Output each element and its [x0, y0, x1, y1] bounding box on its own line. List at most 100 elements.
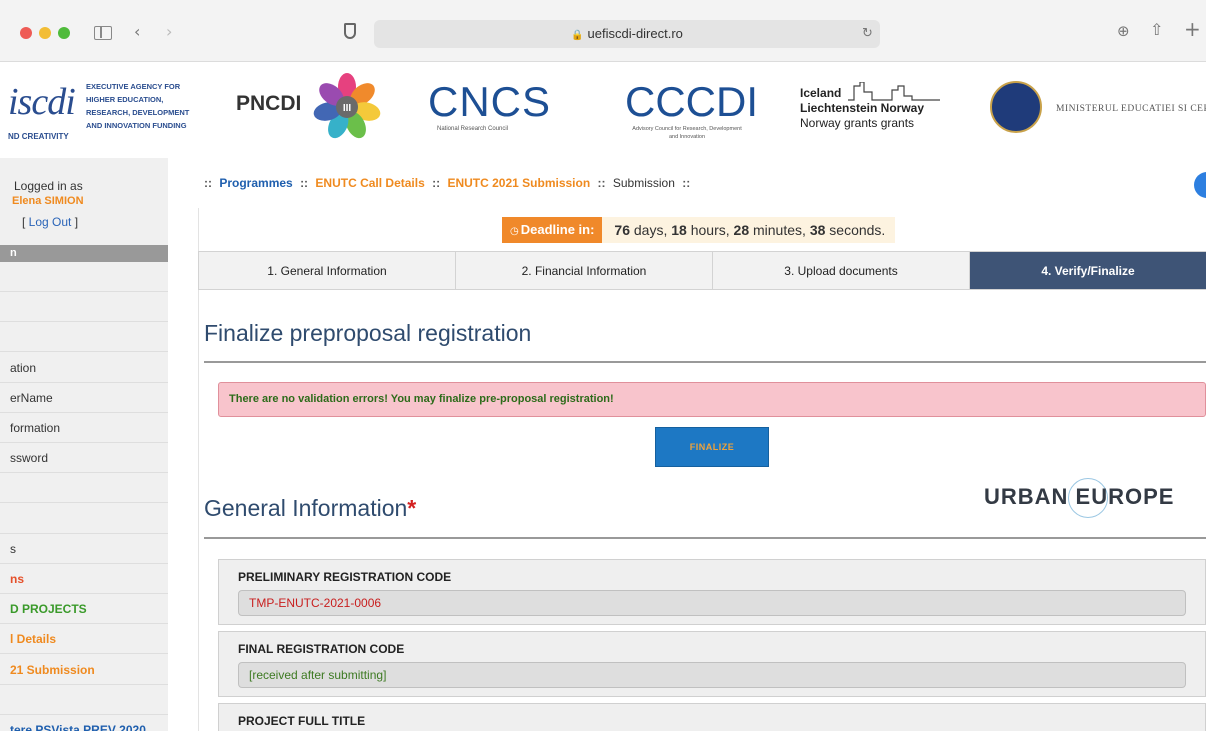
breadcrumb-separator: ::	[204, 176, 212, 190]
address-bar[interactable]: 🔒 uefiscdi-direct.ro ↻	[374, 20, 880, 48]
deadline-hours-unit: hours,	[686, 222, 734, 238]
field-label: PROJECT FULL TITLE	[238, 714, 366, 728]
agency-line: RESEARCH, DEVELOPMENT	[86, 108, 190, 117]
share-icon[interactable]: ⇧	[1150, 20, 1163, 40]
sidebar-item[interactable]	[0, 262, 168, 292]
breadcrumb-current: Submission	[612, 176, 675, 190]
breadcrumb-submission-list[interactable]: ENUTC 2021 Submission	[447, 176, 590, 190]
ministry-label: MINISTERUL EDUCATIEI SI CER	[1056, 104, 1206, 114]
sidebar-item[interactable]: D PROJECTS	[0, 594, 168, 625]
sidebar-item[interactable]: 21 Submission	[0, 655, 168, 685]
deadline-seconds: 38	[809, 222, 826, 238]
deadline-seconds-unit: seconds.	[825, 222, 886, 238]
new-tab-icon[interactable]: +	[1184, 19, 1201, 39]
sidebar-item[interactable]	[0, 504, 168, 534]
download-icon[interactable]: ⊕	[1117, 21, 1130, 41]
deadline-banner: ◷ Deadline in: 76 days, 18 hours, 28 minu…	[502, 217, 896, 243]
logo-banner: iscdi ND CREATIVITY EXECUTIVE AGENCY FOR…	[0, 62, 1206, 158]
logged-in-label: Logged in as	[14, 179, 83, 193]
reload-icon[interactable]: ↻	[862, 24, 873, 44]
tab-verify-finalize[interactable]: 4. Verify/Finalize	[969, 251, 1206, 290]
wizard-tabs: 1. General Information 2. Financial Info…	[198, 251, 1206, 290]
eea-line: Norway grants grants	[800, 116, 915, 130]
field-label: PRELIMINARY REGISTRATION CODE	[238, 570, 452, 584]
sidebar: Logged in as Elena SIMION [ Log Out ] n …	[0, 158, 168, 731]
breadcrumb-separator: ::	[432, 176, 441, 190]
deadline-countdown: 76 days, 18 hours, 28 minutes, 38 second…	[602, 222, 895, 238]
cccdi-logo-sub: Advisory Council for Research, Developme…	[632, 126, 742, 140]
breadcrumb: :: Programmes :: ENUTC Call Details :: E…	[200, 176, 694, 190]
url-text: uefiscdi-direct.ro	[587, 26, 683, 41]
sidebar-item[interactable]: erName	[0, 383, 168, 413]
sidebar-item[interactable]	[0, 322, 168, 353]
eea-grants-logo: Iceland Liechtenstein Norway Norway gran…	[800, 86, 950, 131]
logout-bracket: [	[22, 215, 29, 229]
preliminary-code-field: PRELIMINARY REGISTRATION CODE TMP-ENUTC-…	[218, 559, 1206, 625]
cccdi-logo: CCCDI	[625, 78, 758, 125]
agency-line: EXECUTIVE AGENCY FOR	[86, 82, 181, 91]
sidebar-item[interactable]: ns	[0, 564, 168, 594]
logout-bracket: ]	[71, 215, 79, 229]
general-information-title: General Information	[204, 495, 408, 521]
breadcrumb-separator: ::	[597, 176, 606, 190]
sidebar-item[interactable]: ssword	[0, 443, 168, 474]
project-title-field: PROJECT FULL TITLE	[218, 703, 1206, 731]
section-divider	[204, 361, 1206, 363]
sidebar-item[interactable]: formation	[0, 413, 168, 443]
deadline-days: 76	[614, 222, 630, 238]
logged-in-user-name: Elena SIMION	[12, 195, 84, 207]
browser-toolbar: ‹ › 🔒 uefiscdi-direct.ro ↻ ⊕ ⇧ +	[0, 0, 1206, 62]
preliminary-code-value: TMP-ENUTC-2021-0006	[238, 590, 1186, 616]
tab-general-information[interactable]: 1. General Information	[198, 251, 455, 290]
required-mark: *	[407, 495, 417, 521]
pncdi-flower-icon: III	[313, 73, 381, 139]
cncs-logo-sub: National Research Council	[437, 126, 509, 132]
validation-message: There are no validation errors! You may …	[218, 382, 1206, 417]
close-window-button[interactable]	[20, 27, 32, 39]
cncs-logo: CNCS	[428, 78, 552, 125]
sidebar-item[interactable]	[0, 473, 168, 504]
uefiscdi-logo[interactable]: iscdi	[8, 80, 76, 124]
zoom-window-button[interactable]	[58, 27, 70, 39]
tab-upload-documents[interactable]: 3. Upload documents	[712, 251, 969, 290]
sidebar-item[interactable]: l Details	[0, 624, 168, 655]
urban-europe-logo: URBAN EUROPE	[984, 484, 1175, 509]
sidebar-item[interactable]: tere PSVista PREV 2020	[0, 715, 168, 731]
clock-icon: ◷	[510, 226, 519, 237]
finalize-heading: Finalize preproposal registration	[204, 320, 532, 346]
deadline-minutes-unit: minutes,	[749, 222, 810, 238]
finalize-button[interactable]: FINALIZE	[655, 427, 769, 467]
sidebar-item[interactable]: ation	[0, 353, 168, 383]
section-divider	[204, 537, 1206, 539]
eea-line: Liechtenstein Norway	[800, 101, 925, 115]
final-code-value: [received after submitting]	[238, 662, 1186, 688]
agency-line: HIGHER EDUCATION,	[86, 95, 164, 104]
deadline-hours: 18	[671, 222, 687, 238]
agency-line: AND INNOVATION FUNDING	[86, 121, 187, 130]
help-icon[interactable]	[1194, 172, 1206, 198]
tab-financial-information[interactable]: 2. Financial Information	[455, 251, 712, 290]
general-information-heading: General Information*	[204, 495, 416, 522]
sidebar-item[interactable]	[0, 292, 168, 323]
logout-link[interactable]: Log Out	[29, 215, 72, 229]
forward-icon[interactable]: ›	[166, 22, 172, 42]
screen: ‹ › 🔒 uefiscdi-direct.ro ↻ ⊕ ⇧ + iscdi ND…	[0, 0, 1206, 731]
sidebar-item[interactable]	[0, 685, 168, 715]
breadcrumb-programmes[interactable]: Programmes	[219, 176, 292, 190]
deadline-label: Deadline in:	[520, 222, 595, 237]
agency-description: EXECUTIVE AGENCY FOR HIGHER EDUCATION, R…	[86, 80, 206, 132]
minimize-window-button[interactable]	[39, 27, 51, 39]
privacy-shield-icon[interactable]	[344, 23, 356, 39]
breadcrumb-separator: ::	[300, 176, 309, 190]
back-icon[interactable]: ‹	[134, 22, 140, 42]
logout-wrapper: [ Log Out ]	[22, 215, 78, 229]
breadcrumb-call-details[interactable]: ENUTC Call Details	[315, 176, 424, 190]
pncdi-numeral: III	[343, 103, 352, 114]
deadline-minutes: 28	[733, 222, 750, 238]
sidebar-toggle-icon[interactable]	[94, 26, 112, 40]
breadcrumb-separator: ::	[682, 176, 691, 190]
uefiscdi-logo-sub: ND CREATIVITY	[8, 132, 69, 141]
eea-line: Iceland	[800, 86, 842, 100]
government-seal-icon	[990, 81, 1042, 133]
sidebar-item[interactable]: s	[0, 534, 168, 564]
